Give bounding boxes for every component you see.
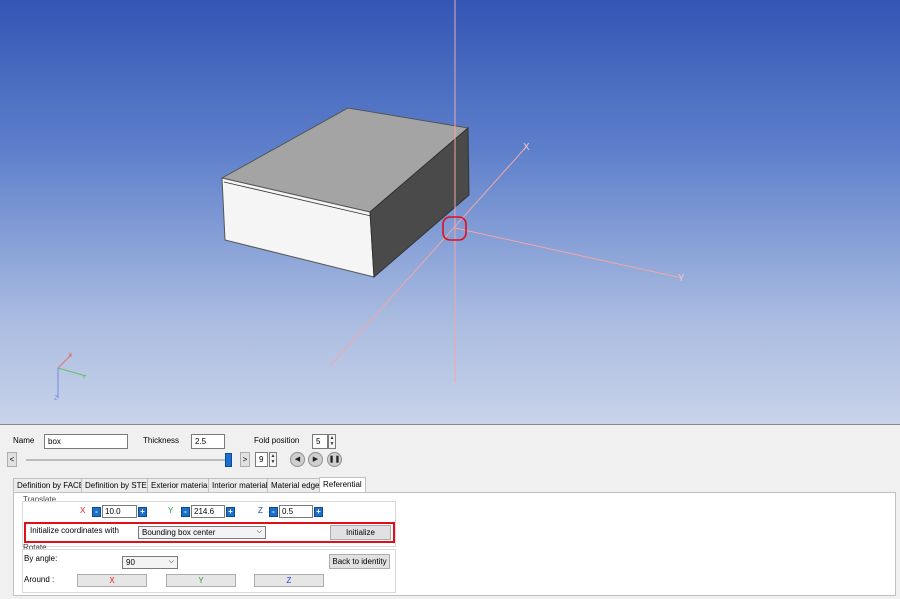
slider-thumb[interactable] — [224, 453, 232, 467]
translate-y-plus-button[interactable]: + — [226, 507, 235, 517]
translate-z-minus-button[interactable]: - — [269, 507, 278, 517]
translate-z-field[interactable]: 0.5 — [279, 505, 313, 518]
scene: X Y X Y Z — [54, 0, 685, 402]
frame-spinner[interactable]: ▲ ▼ — [269, 452, 277, 467]
tab-referential[interactable]: Referential — [319, 477, 366, 492]
properties-panel: Name box Thickness 2.5 Fold position 5 ▲… — [0, 424, 900, 599]
translate-x-plus-button[interactable]: + — [138, 507, 147, 517]
tab-exterior-material[interactable]: Exterior material — [147, 478, 214, 492]
translate-y-field[interactable]: 214.6 — [191, 505, 225, 518]
translate-x-minus-button[interactable]: - — [92, 507, 101, 517]
thickness-label: Thickness — [143, 436, 180, 445]
angle-select-value: 90 — [126, 558, 135, 567]
chevron-down-icon: ⌵ — [168, 558, 174, 565]
rotate-y-button[interactable]: Y — [166, 574, 236, 587]
translate-x-label: X — [80, 506, 86, 515]
initialize-label: Initialize coordinates with — [30, 526, 119, 535]
name-label: Name — [13, 436, 35, 445]
axis-y — [454, 227, 683, 279]
translate-z-plus-button[interactable]: + — [314, 507, 323, 517]
axis-y-label: Y — [678, 273, 685, 284]
axis-x-label: X — [523, 142, 530, 153]
by-angle-label: By angle: — [24, 554, 58, 563]
translate-y-label: Y — [168, 506, 174, 515]
tab-material-edge[interactable]: Material edge — [267, 478, 324, 492]
translate-x-field[interactable]: 10.0 — [102, 505, 137, 518]
tab-definition-by-step[interactable]: Definition by STEP — [81, 478, 157, 492]
translate-z-label: Z — [258, 506, 263, 515]
initialize-select-value: Bounding box center — [142, 528, 216, 537]
rotate-z-button[interactable]: Z — [254, 574, 324, 587]
translate-y-minus-button[interactable]: - — [181, 507, 190, 517]
3d-viewport[interactable]: X Y X Y Z — [0, 0, 900, 424]
tab-definition-by-face[interactable]: Definition by FACE — [13, 478, 89, 492]
frame-field[interactable]: 9 — [255, 452, 268, 467]
slider-prev-button[interactable]: < — [7, 452, 17, 467]
slider-track[interactable] — [26, 459, 232, 461]
slider-next-button[interactable]: > — [240, 452, 250, 467]
triad-x-label: X — [68, 353, 72, 359]
initialize-button[interactable]: Initialize — [330, 525, 391, 540]
fold-position-spinner[interactable]: ▲ ▼ — [328, 434, 336, 449]
initialize-select[interactable]: Bounding box center ⌵ — [138, 526, 266, 539]
rotate-x-button[interactable]: X — [77, 574, 147, 587]
angle-select[interactable]: 90 ⌵ — [122, 556, 178, 569]
pause-icon[interactable]: ❚❚ — [327, 452, 342, 467]
chevron-down-icon: ⌵ — [256, 528, 262, 535]
rewind-icon[interactable]: ◀ — [290, 452, 305, 467]
triad-z-label: Z — [54, 396, 58, 402]
referential-tab-content: Translate X - 10.0 + Y - 214.6 + Z - 0.5… — [13, 492, 896, 596]
around-label: Around : — [24, 575, 55, 584]
fold-position-field[interactable]: 5 — [312, 434, 328, 449]
back-to-identity-button[interactable]: Back to identity — [329, 554, 390, 569]
tab-interior-material[interactable]: Interior material — [208, 478, 272, 492]
play-icon[interactable]: ▶ — [308, 452, 323, 467]
name-field[interactable]: box — [44, 434, 128, 449]
fold-position-label: Fold position — [254, 436, 300, 445]
thickness-field[interactable]: 2.5 — [191, 434, 225, 449]
triad-y-label: Y — [82, 375, 86, 381]
